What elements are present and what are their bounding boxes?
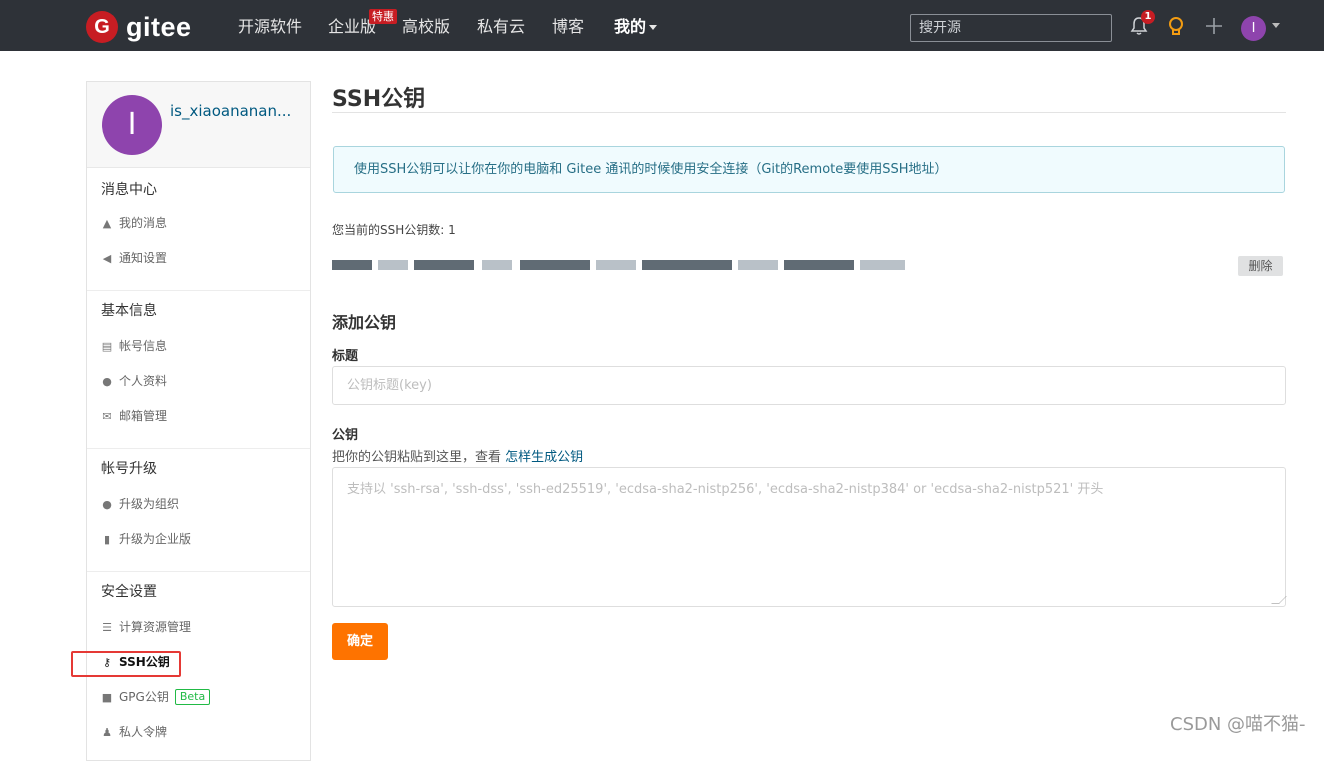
nav-mine[interactable]: 我的 [614,17,658,37]
speaker-icon: ◀ [102,252,112,265]
nav-blog[interactable]: 博客 [552,17,584,37]
gitee-logo-text: gitee [126,12,192,42]
nav-education[interactable]: 高校版 [402,17,450,37]
key-hint: 把你的公钥粘贴到这里，查看 怎样生成公钥 [332,446,583,465]
page-title: SSH公钥 [332,87,426,112]
sidebar-item-label: 升级为企业版 [119,532,192,546]
promo-badge: 特惠 [369,9,397,24]
top-navbar: G gitee 开源软件 企业版 特惠 高校版 私有云 博客 我的 搜开源 1 … [0,0,1324,51]
sidebar-item-account-info[interactable]: ▤ 帐号信息 [87,329,310,364]
building-icon: ▮ [103,533,111,546]
sidebar-item-label: 我的消息 [119,216,168,230]
sidebar-item-notification-settings[interactable]: ◀ 通知设置 [87,241,310,276]
sidebar-item-upgrade-enterprise[interactable]: ▮ 升级为企业版 [87,522,310,557]
sidebar-item-label: 升级为组织 [119,497,180,511]
beta-badge: Beta [174,689,211,705]
highlight-box [71,651,181,677]
server-icon: ☰ [102,621,112,634]
gitee-logo[interactable]: G gitee [86,11,192,43]
token-icon: ♟ [102,726,112,739]
chevron-down-icon[interactable] [1272,23,1280,28]
section-upgrade: 帐号升级 ● 升级为组织 ▮ 升级为企业版 [87,449,310,572]
sidebar-item-compute-resources[interactable]: ☰ 计算资源管理 [87,610,310,645]
sidebar-item-label: 帐号信息 [119,339,168,353]
bell-icon: ▲ [102,217,112,230]
ssh-key-fingerprint-redacted [332,256,912,278]
section-title: 安全设置 [101,584,157,600]
profile-username[interactable]: is_xiaoananan... [170,102,291,120]
sidebar-item-label: 计算资源管理 [119,620,192,634]
watermark: CSDN @喵不猫- [1170,714,1306,735]
profile-card: I is_xiaoananan... [87,82,310,168]
section-title: 基本信息 [101,303,157,319]
sidebar-item-label: 邮箱管理 [119,409,168,423]
sidebar-item-profile[interactable]: ● 个人资料 [87,364,310,399]
key-count: 您当前的SSH公钥数: 1 [332,223,456,237]
user-avatar[interactable]: I [1241,16,1266,41]
nav-mine-label: 我的 [614,17,647,36]
notification-badge: 1 [1141,10,1155,24]
sidebar-item-label: 私人令牌 [119,725,168,739]
how-to-generate-link[interactable]: 怎样生成公钥 [505,450,583,465]
sidebar-item-label: GPG公钥 [119,690,169,704]
lock-icon: ■ [101,691,113,704]
plus-icon[interactable] [1204,16,1224,36]
public-key-textarea[interactable]: 支持以 'ssh-rsa', 'ssh-dss', 'ssh-ed25519',… [332,467,1287,607]
sidebar-item-email[interactable]: ✉ 邮箱管理 [87,399,310,434]
sidebar-item-my-messages[interactable]: ▲ 我的消息 [87,206,310,241]
section-title: 帐号升级 [101,461,157,477]
lightbulb-icon[interactable] [1166,16,1186,38]
key-label: 公钥 [332,428,359,443]
resize-handle-icon[interactable] [1271,596,1287,604]
key-title-input[interactable]: 公钥标题(key) [332,366,1286,405]
users-icon: ● [102,498,112,511]
info-message: 使用SSH公钥可以让你在你的电脑和 Gitee 通讯的时候使用安全连接（Git的… [333,146,1285,193]
chevron-down-icon [649,25,658,30]
gitee-logo-icon: G [86,11,118,43]
sidebar-item-label: 通知设置 [119,251,168,265]
sidebar-item-private-tokens[interactable]: ♟ 私人令牌 [87,715,310,750]
avatar[interactable]: I [102,95,162,155]
confirm-button[interactable]: 确定 [332,623,388,660]
nav-private-cloud[interactable]: 私有云 [477,17,525,37]
title-label: 标题 [332,349,359,364]
divider [332,112,1286,113]
user-icon: ● [102,375,112,388]
sidebar-item-upgrade-org[interactable]: ● 升级为组织 [87,487,310,522]
nav-open-source[interactable]: 开源软件 [238,17,302,37]
add-key-heading: 添加公钥 [332,313,397,332]
key-hint-text: 把你的公钥粘贴到这里，查看 [332,450,506,465]
section-basic-info: 基本信息 ▤ 帐号信息 ● 个人资料 ✉ 邮箱管理 [87,291,310,449]
id-card-icon: ▤ [101,340,113,353]
envelope-icon: ✉ [102,410,112,423]
delete-key-button[interactable]: 删除 [1238,256,1283,276]
public-key-placeholder: 支持以 'ssh-rsa', 'ssh-dss', 'ssh-ed25519',… [347,482,1104,497]
section-title: 消息中心 [101,182,157,198]
sidebar-item-gpg-keys[interactable]: ■ GPG公钥 Beta [87,680,310,715]
section-messages: 消息中心 ▲ 我的消息 ◀ 通知设置 [87,168,310,291]
search-input[interactable]: 搜开源 [910,14,1112,42]
sidebar-item-label: 个人资料 [119,374,168,388]
